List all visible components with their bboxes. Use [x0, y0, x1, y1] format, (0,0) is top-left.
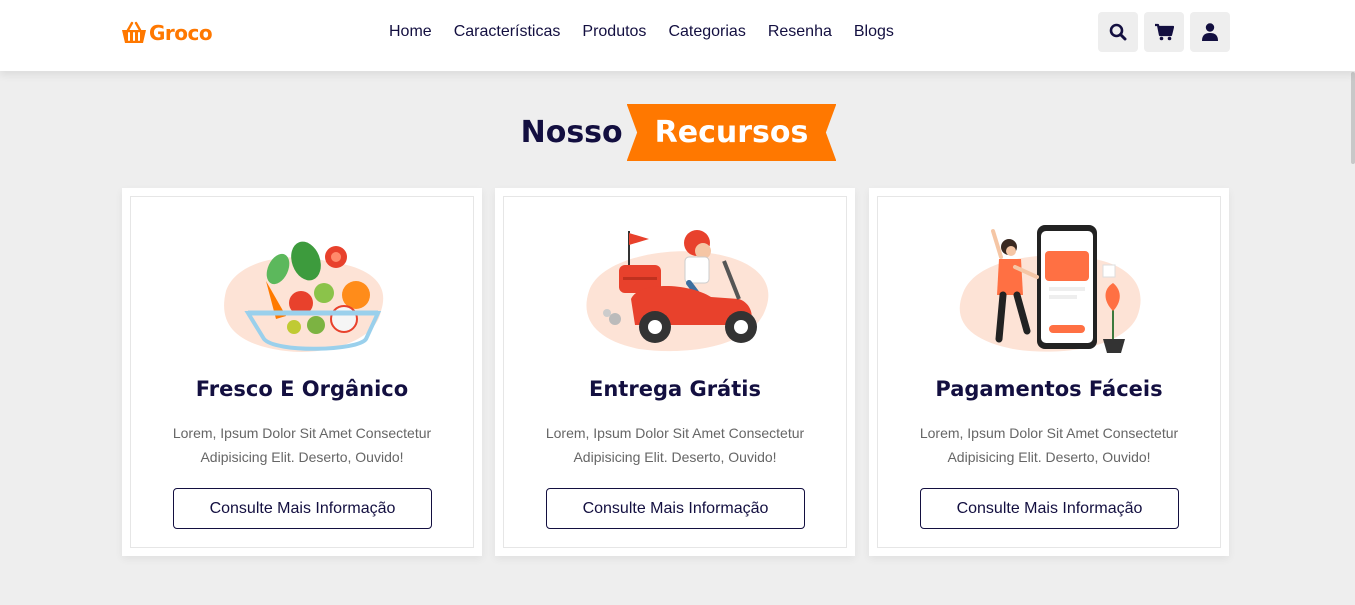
- user-icon: [1202, 23, 1218, 41]
- feature-card-payment: Pagamentos Fáceis Lorem, Ipsum Dolor Sit…: [869, 188, 1229, 556]
- main-nav: Home Características Produtos Categorias…: [389, 22, 894, 42]
- section-heading: Nosso Recursos: [0, 104, 1355, 161]
- card-title: Fresco E Orgânico: [195, 377, 409, 401]
- site-header: Groco Home Características Produtos Cate…: [0, 0, 1355, 71]
- heading-plain: Nosso: [520, 115, 623, 150]
- nav-link-blogs[interactable]: Blogs: [854, 22, 894, 42]
- vegetable-bowl-illustration: [224, 241, 384, 352]
- logo-link[interactable]: Groco: [121, 19, 213, 47]
- header-icons: [1098, 12, 1230, 52]
- read-more-button[interactable]: Consulte Mais Informação: [173, 488, 432, 529]
- basket-icon: [122, 21, 146, 43]
- card-inner: Entrega Grátis Lorem, Ipsum Dolor Sit Am…: [503, 196, 847, 548]
- nav-link-reviews[interactable]: Resenha: [768, 22, 832, 42]
- search-button[interactable]: [1098, 12, 1138, 52]
- card-inner: Pagamentos Fáceis Lorem, Ipsum Dolor Sit…: [877, 196, 1221, 548]
- nav-link-features[interactable]: Características: [454, 22, 561, 42]
- read-more-button[interactable]: Consulte Mais Informação: [546, 488, 805, 529]
- mobile-payment-illustration: [959, 225, 1141, 353]
- card-text: Lorem, Ipsum Dolor Sit Amet Consectetur …: [919, 425, 1179, 465]
- cart-icon: [1155, 23, 1174, 41]
- heading-accent: Recursos: [626, 104, 837, 161]
- logo-text: Groco: [149, 21, 213, 45]
- feature-card-fresh: Fresco E Orgânico Lorem, Ipsum Dolor Sit…: [122, 188, 482, 556]
- card-title: Pagamentos Fáceis: [935, 377, 1163, 401]
- feature-card-delivery: Entrega Grátis Lorem, Ipsum Dolor Sit Am…: [495, 188, 855, 556]
- search-icon: [1109, 23, 1127, 41]
- card-text: Lorem, Ipsum Dolor Sit Amet Consectetur …: [172, 425, 432, 465]
- card-text: Lorem, Ipsum Dolor Sit Amet Consectetur …: [545, 425, 805, 465]
- card-inner: Fresco E Orgânico Lorem, Ipsum Dolor Sit…: [130, 196, 474, 548]
- delivery-scooter-illustration: [586, 230, 769, 352]
- nav-link-home[interactable]: Home: [389, 22, 432, 42]
- nav-link-categories[interactable]: Categorias: [668, 22, 745, 42]
- cart-button[interactable]: [1144, 12, 1184, 52]
- nav-link-products[interactable]: Produtos: [582, 22, 646, 42]
- card-title: Entrega Grátis: [589, 377, 761, 401]
- read-more-button[interactable]: Consulte Mais Informação: [920, 488, 1179, 529]
- user-button[interactable]: [1190, 12, 1230, 52]
